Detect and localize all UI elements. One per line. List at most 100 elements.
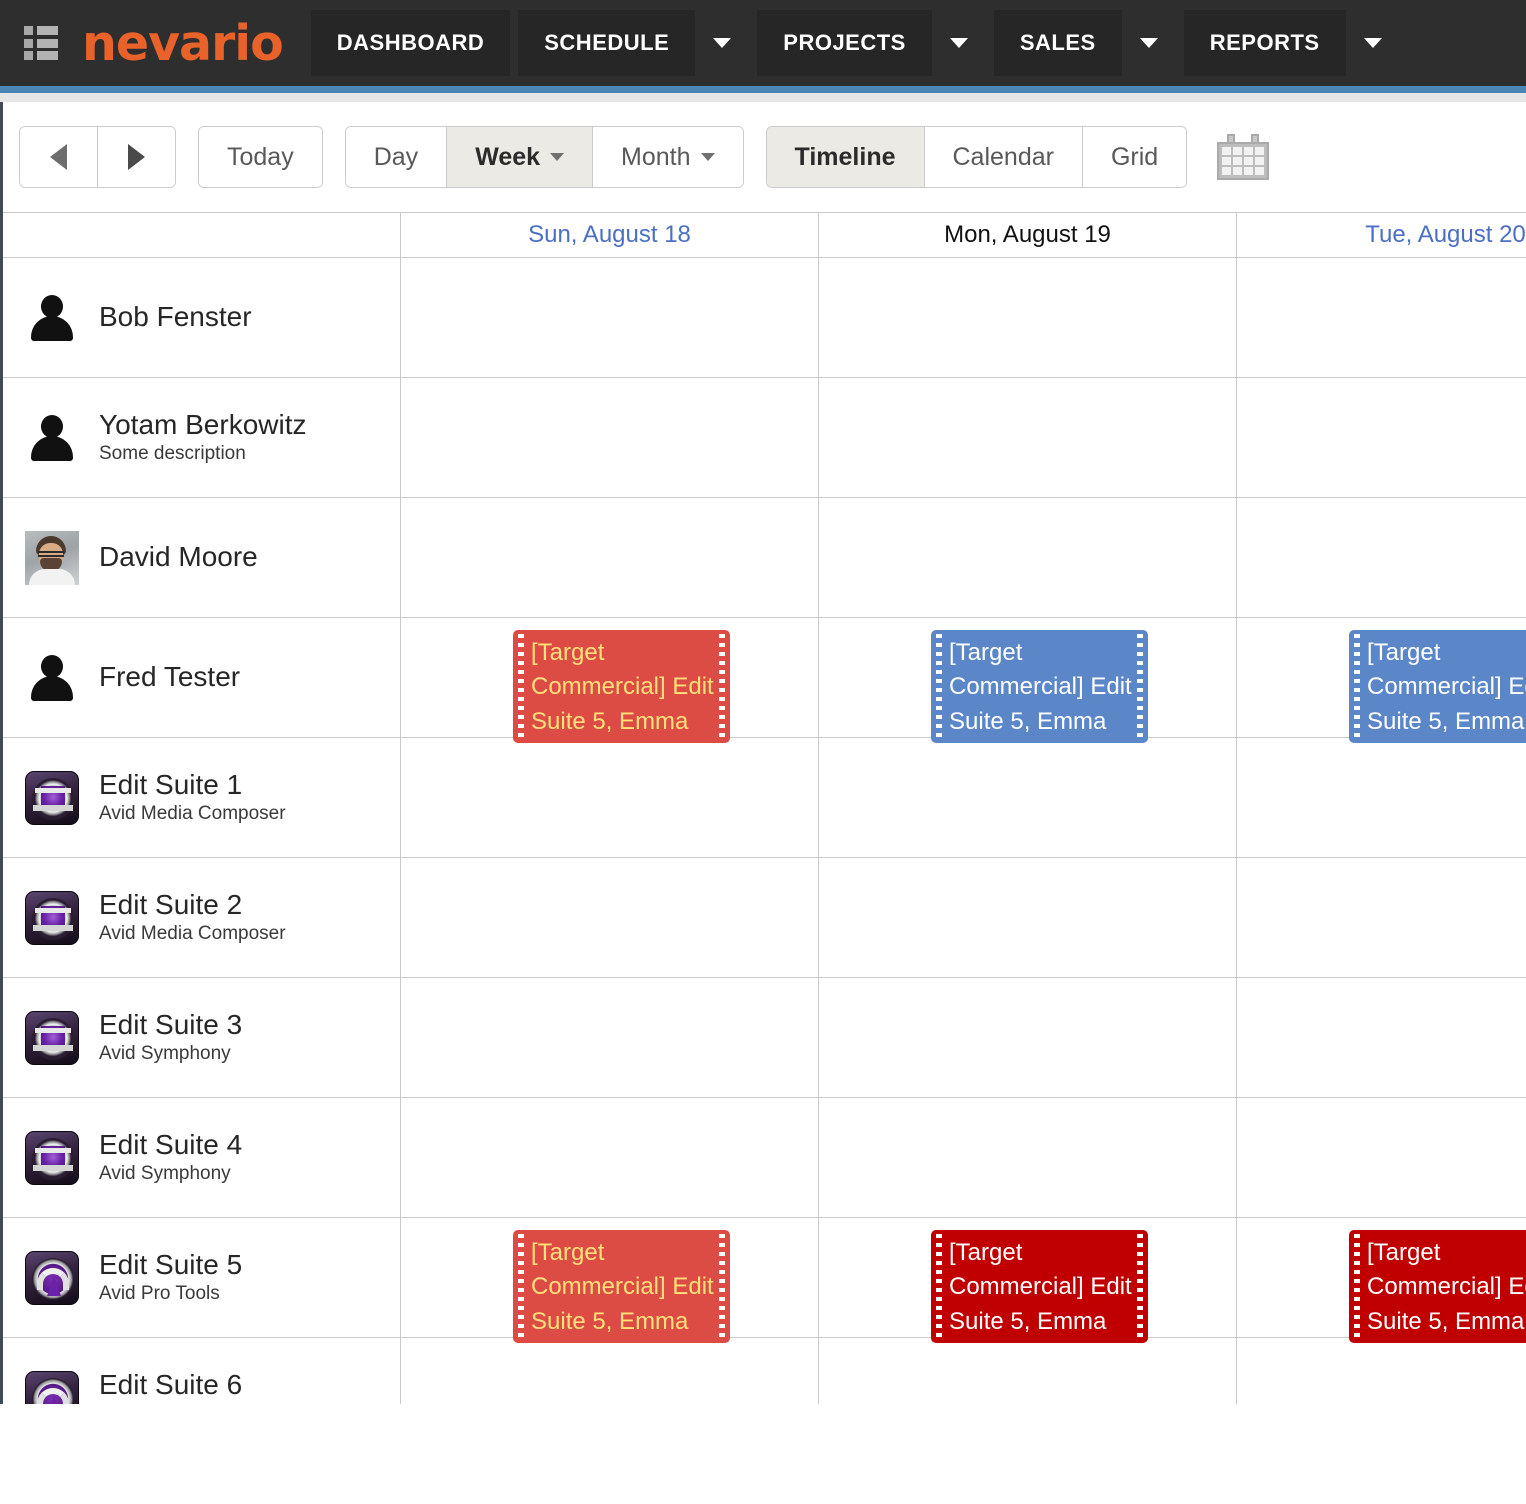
cell-edit-suite-6-tue[interactable]: [1237, 1338, 1526, 1404]
nav-item-schedule[interactable]: SCHEDULE: [518, 10, 696, 76]
cell-edit-suite-5-tue[interactable]: [Target Commercial] Edit Suite 5, Emma: [1237, 1218, 1526, 1343]
resource-name: Fred Tester: [99, 661, 241, 693]
cell-bob-fenster-mon[interactable]: [819, 258, 1237, 377]
cell-edit-suite-1-mon[interactable]: [819, 738, 1237, 857]
range-month-button[interactable]: Month: [593, 127, 743, 187]
nav-group-projects: PROJECTS: [757, 10, 986, 76]
resize-handle-right[interactable]: [719, 634, 725, 739]
list-view-icon[interactable]: [24, 26, 58, 60]
nav-group-sales: SALES: [993, 10, 1176, 76]
range-week-button[interactable]: Week: [447, 127, 594, 187]
resource-cell-edit-suite-3[interactable]: Edit Suite 3 Avid Symphony: [3, 978, 401, 1097]
resize-handle-left[interactable]: [1354, 634, 1360, 739]
view-calendar-button[interactable]: Calendar: [924, 127, 1083, 187]
range-day-button[interactable]: Day: [345, 127, 448, 187]
table-row: Fred Tester [Target Commercial] Edit Sui…: [3, 618, 1526, 743]
event-title: [Target Commercial] Edit Suite 5, Emma: [1367, 639, 1526, 735]
resource-cell-fred-tester[interactable]: Fred Tester: [3, 618, 401, 737]
nav-caret-schedule[interactable]: [695, 10, 750, 76]
table-row: Edit Suite 5 Avid Pro Tools [Target Comm…: [3, 1218, 1526, 1343]
cell-fred-tester-mon[interactable]: [Target Commercial] Edit Suite 5, Emma: [819, 618, 1237, 743]
nav-caret-projects[interactable]: [931, 10, 986, 76]
resize-handle-right[interactable]: [1137, 1234, 1143, 1339]
cell-edit-suite-2-mon[interactable]: [819, 858, 1237, 977]
event-block[interactable]: [Target Commercial] Edit Suite 5, Emma: [513, 630, 730, 743]
cell-edit-suite-1-tue[interactable]: [1237, 738, 1526, 857]
nav-caret-sales[interactable]: [1121, 10, 1176, 76]
resize-handle-left[interactable]: [936, 634, 942, 739]
resource-cell-edit-suite-4[interactable]: Edit Suite 4 Avid Symphony: [3, 1098, 401, 1217]
next-period-button[interactable]: [98, 127, 175, 187]
cell-edit-suite-4-sun[interactable]: [401, 1098, 819, 1217]
resize-handle-left[interactable]: [1354, 1234, 1360, 1339]
cell-yotam-berkowitz-tue[interactable]: [1237, 378, 1526, 497]
cell-edit-suite-2-sun[interactable]: [401, 858, 819, 977]
cell-edit-suite-3-mon[interactable]: [819, 978, 1237, 1097]
cell-edit-suite-4-mon[interactable]: [819, 1098, 1237, 1217]
table-row: Edit Suite 2 Avid Media Composer: [3, 858, 1526, 978]
cell-david-moore-mon[interactable]: [819, 498, 1237, 617]
resource-name: Yotam Berkowitz: [99, 409, 307, 440]
cell-fred-tester-tue[interactable]: [Target Commercial] Edit Suite 5, Emma: [1237, 618, 1526, 743]
today-button[interactable]: Today: [199, 127, 322, 187]
event-block[interactable]: [Target Commercial] Edit Suite 5, Emma: [931, 630, 1148, 743]
cell-edit-suite-5-mon[interactable]: [Target Commercial] Edit Suite 5, Emma: [819, 1218, 1237, 1343]
cell-edit-suite-1-sun[interactable]: [401, 738, 819, 857]
cell-yotam-berkowitz-mon[interactable]: [819, 378, 1237, 497]
event-title: [Target Commercial] Edit Suite 5, Emma: [531, 639, 714, 735]
cell-fred-tester-sun[interactable]: [Target Commercial] Edit Suite 5, Emma: [401, 618, 819, 743]
nav-group-reports: REPORTS: [1183, 10, 1400, 76]
event-block[interactable]: [Target Commercial] Edit Suite 5, Emma: [513, 1230, 730, 1343]
cell-edit-suite-4-tue[interactable]: [1237, 1098, 1526, 1217]
cell-bob-fenster-sun[interactable]: [401, 258, 819, 377]
resource-cell-edit-suite-6[interactable]: Edit Suite 6 Avid ProTools HD: [3, 1338, 401, 1404]
resize-handle-left[interactable]: [518, 634, 524, 739]
under-bar: [0, 93, 1526, 102]
calendar-icon[interactable]: [1217, 134, 1270, 180]
day-header-sun[interactable]: Sun, August 18: [401, 213, 819, 257]
cell-edit-suite-3-sun[interactable]: [401, 978, 819, 1097]
resize-handle-left[interactable]: [518, 1234, 524, 1339]
cell-edit-suite-6-mon[interactable]: [819, 1338, 1237, 1404]
event-block[interactable]: [Target Commercial] Edit Suite 5, Emma: [931, 1230, 1148, 1343]
resource-cell-edit-suite-5[interactable]: Edit Suite 5 Avid Pro Tools: [3, 1218, 401, 1337]
nav-arrows-group: [19, 126, 176, 188]
avid-pro-tools-icon: [25, 1250, 79, 1305]
cell-yotam-berkowitz-sun[interactable]: [401, 378, 819, 497]
timeline-header-row: Sun, August 18 Mon, August 19 Tue, Augus…: [3, 212, 1526, 258]
chevron-down-icon: [713, 38, 732, 48]
prev-period-button[interactable]: [20, 127, 98, 187]
nav-item-sales[interactable]: SALES: [993, 10, 1122, 76]
resize-handle-left[interactable]: [936, 1234, 942, 1339]
avid-symphony-icon: [25, 1130, 79, 1185]
nav-item-reports[interactable]: REPORTS: [1183, 10, 1346, 76]
cell-david-moore-tue[interactable]: [1237, 498, 1526, 617]
cell-david-moore-sun[interactable]: [401, 498, 819, 617]
resource-cell-yotam-berkowitz[interactable]: Yotam Berkowitz Some description: [3, 378, 401, 497]
resource-cell-bob-fenster[interactable]: Bob Fenster: [3, 258, 401, 377]
resource-name: Edit Suite 4: [99, 1129, 243, 1160]
cell-edit-suite-6-sun[interactable]: [401, 1338, 819, 1404]
nav-caret-reports[interactable]: [1345, 10, 1400, 76]
resource-cell-edit-suite-2[interactable]: Edit Suite 2 Avid Media Composer: [3, 858, 401, 977]
event-block[interactable]: [Target Commercial] Edit Suite 5, Emma: [1349, 1230, 1526, 1343]
resize-handle-right[interactable]: [1137, 634, 1143, 739]
resource-cell-edit-suite-1[interactable]: Edit Suite 1 Avid Media Composer: [3, 738, 401, 857]
resize-handle-right[interactable]: [719, 1234, 725, 1339]
view-grid-button[interactable]: Grid: [1082, 127, 1187, 187]
resource-cell-david-moore[interactable]: David Moore: [3, 498, 401, 617]
nav-item-dashboard[interactable]: DASHBOARD: [310, 10, 511, 76]
nav-item-projects[interactable]: PROJECTS: [757, 10, 932, 76]
cell-edit-suite-2-tue[interactable]: [1237, 858, 1526, 977]
resource-description: Avid Media Composer: [99, 923, 286, 945]
event-block[interactable]: [Target Commercial] Edit Suite 5, Emma: [1349, 630, 1526, 743]
brand-logo[interactable]: nevario: [82, 19, 284, 68]
day-header-mon[interactable]: Mon, August 19: [819, 213, 1237, 257]
cell-edit-suite-3-tue[interactable]: [1237, 978, 1526, 1097]
view-timeline-button[interactable]: Timeline: [766, 127, 925, 187]
day-header-tue[interactable]: Tue, August 20: [1237, 213, 1526, 257]
table-row: Yotam Berkowitz Some description: [3, 378, 1526, 498]
avid-protools-hd-icon: [25, 1370, 79, 1404]
cell-bob-fenster-tue[interactable]: [1237, 258, 1526, 377]
cell-edit-suite-5-sun[interactable]: [Target Commercial] Edit Suite 5, Emma: [401, 1218, 819, 1343]
